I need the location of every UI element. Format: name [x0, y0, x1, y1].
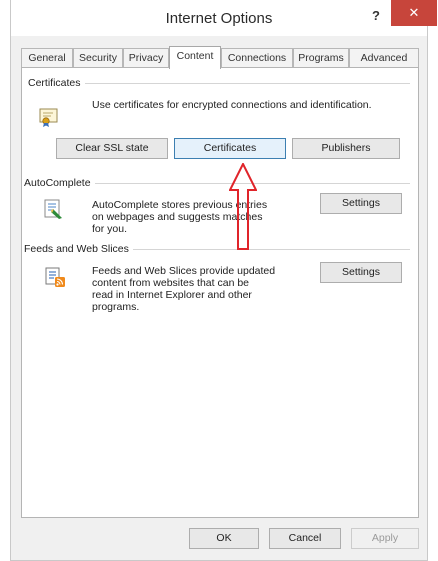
title-bar: Internet Options ? ✕ — [11, 0, 437, 36]
autocomplete-description-line: for you. — [92, 223, 128, 235]
certificate-icon — [39, 108, 58, 127]
autocomplete-group-title: AutoComplete — [24, 177, 95, 189]
internet-options-dialog: Internet Options ? ✕ General Security Pr… — [10, 0, 437, 561]
feeds-description-line: read in Internet Explorer and other — [92, 289, 252, 301]
autocomplete-icon — [44, 199, 62, 219]
feeds-description-line: content from websites that can be — [92, 277, 250, 289]
certificates-description: Use certificates for encrypted connectio… — [92, 99, 372, 111]
autocomplete-settings-button[interactable]: Settings — [320, 193, 402, 214]
cancel-button[interactable]: Cancel — [269, 528, 341, 549]
autocomplete-description: AutoComplete stores previous entries on … — [92, 199, 292, 235]
tab-security[interactable]: Security — [73, 48, 123, 67]
certificates-group-title: Certificates — [28, 77, 85, 89]
feeds-group-title: Feeds and Web Slices — [24, 243, 133, 255]
publishers-button[interactable]: Publishers — [292, 138, 400, 159]
close-button[interactable]: ✕ — [391, 0, 437, 26]
ok-button[interactable]: OK — [189, 528, 259, 549]
tab-general[interactable]: General — [21, 48, 73, 67]
feeds-settings-button[interactable]: Settings — [320, 262, 402, 283]
tab-strip: General Security Privacy Content Connect… — [21, 46, 419, 69]
feeds-description-line: Feeds and Web Slices provide updated — [92, 265, 276, 277]
autocomplete-description-line: on webpages and suggests matches — [92, 211, 263, 223]
autocomplete-description-line: AutoComplete stores previous entries — [92, 199, 268, 211]
tab-connections[interactable]: Connections — [221, 48, 293, 67]
feeds-description: Feeds and Web Slices provide updated con… — [92, 265, 302, 313]
content-tab-panel: Certificates Use certificates for encryp… — [21, 67, 419, 518]
certificates-divider — [28, 83, 410, 84]
tab-privacy[interactable]: Privacy — [123, 48, 169, 67]
feeds-icon — [45, 267, 65, 287]
apply-button[interactable]: Apply — [351, 528, 419, 549]
clear-ssl-state-button[interactable]: Clear SSL state — [56, 138, 168, 159]
tab-content[interactable]: Content — [169, 46, 221, 69]
help-button[interactable]: ? — [365, 4, 387, 28]
tab-advanced[interactable]: Advanced — [349, 48, 419, 67]
tab-programs[interactable]: Programs — [293, 48, 349, 67]
annotation-arrow-icon — [229, 163, 257, 250]
certificates-button[interactable]: Certificates — [174, 138, 286, 159]
feeds-description-line: programs. — [92, 301, 140, 313]
